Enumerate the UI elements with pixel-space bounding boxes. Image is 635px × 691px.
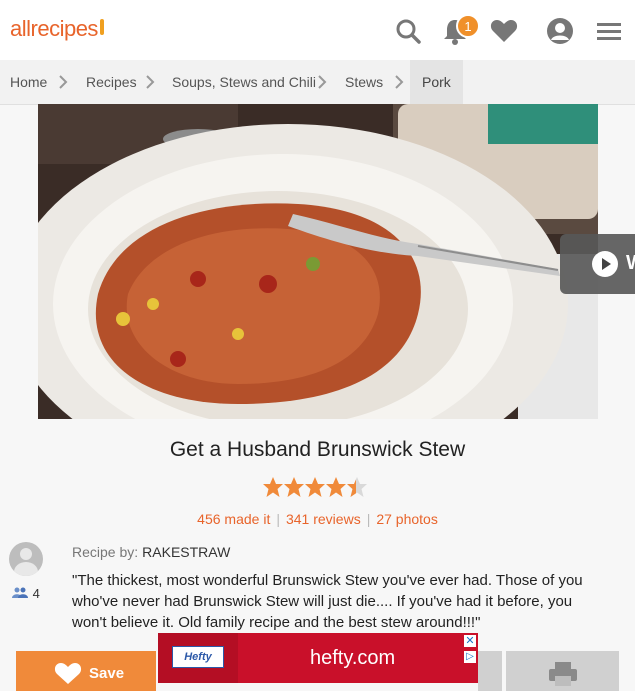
ad-brand: Hefty [184,651,212,663]
notification-badge: 1 [456,14,480,38]
hefty-logo: Hefty [172,646,224,668]
recipe-photo[interactable] [38,104,598,419]
print-icon [549,662,577,686]
breadcrumb-stews[interactable]: Stews [345,60,383,104]
heart-icon [54,663,82,684]
breadcrumb-soups[interactable]: Soups, Stews and Chili [172,60,316,104]
watch-video-button[interactable]: W [560,234,635,294]
recipe-stats: 456 made it | 341 reviews | 27 photos [197,511,438,527]
recipe-description: "The thickest, most wonderful Brunswick … [72,572,583,631]
ad-close-icon[interactable]: ✕ [464,635,476,647]
star-icon [305,477,325,497]
ad-text: hefty.com [310,647,396,669]
profile-icon[interactable] [545,16,575,46]
header: allrecipes 1 [0,0,635,61]
breadcrumb-home[interactable]: Home [10,60,47,104]
recipe-title: Get a Husband Brunswick Stew [169,438,466,461]
made-it-link[interactable]: 456 made it [197,511,270,527]
save-button[interactable]: Save [16,651,156,691]
breadcrumb-pork[interactable]: Pork [410,60,463,104]
stew-bowl-illustration [38,104,598,419]
breadcrumb-recipes[interactable]: Recipes [86,60,137,104]
rating-stars[interactable] [262,476,372,498]
video-label: W [626,252,635,275]
recipe-by: Recipe by: RAKESTRAW [72,544,230,560]
menu-icon[interactable] [594,16,624,46]
half-star-icon [347,477,367,497]
star-icon [284,477,304,497]
chevron-right-icon [318,75,327,89]
chevron-right-icon [146,75,155,89]
followers-number: 4 [32,586,40,601]
print-button[interactable] [506,651,619,691]
recipe-by-label: Recipe by: [72,544,139,560]
hefty-ad-banner[interactable]: Hefty hefty.com ✕ ▷ [158,633,478,683]
chevron-right-icon [395,75,404,89]
followers-count[interactable]: 4 [12,586,40,601]
author-name[interactable]: RAKESTRAW [142,544,230,560]
save-label: Save [89,665,125,682]
reviews-link[interactable]: 341 reviews [286,511,361,527]
breadcrumb: Home Recipes Soups, Stews and Chili Stew… [0,60,635,105]
action-button[interactable] [478,651,502,691]
author-avatar[interactable] [9,542,43,576]
search-icon[interactable] [393,16,423,46]
allrecipes-logo[interactable]: allrecipes [10,16,104,42]
star-icon [326,477,346,497]
ad-info-icon[interactable]: ▷ [464,651,476,663]
logo-text: allrecipes [10,16,98,41]
heart-icon[interactable] [489,16,519,46]
chevron-right-icon [59,75,68,89]
star-icon [263,477,283,497]
photos-link[interactable]: 27 photos [376,511,438,527]
followers-icon [12,587,28,598]
